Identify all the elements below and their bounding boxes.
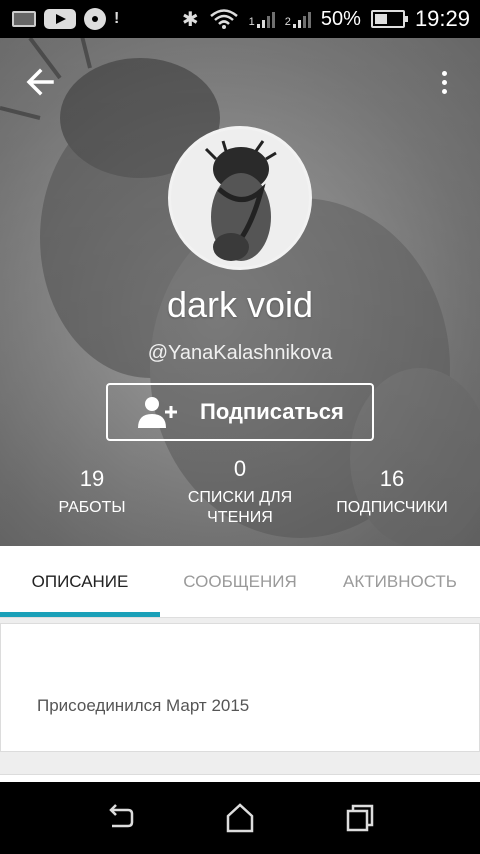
active-tab-indicator: [0, 612, 160, 617]
follow-button-label: Подписаться: [200, 399, 344, 424]
stat-reading-lists[interactable]: 0 СПИСКИ ДЛЯ ЧТЕНИЯ: [172, 456, 308, 528]
followers-label: ПОДПИСЧИКИ: [336, 499, 448, 516]
nav-home-icon: [226, 803, 254, 833]
nav-recents-icon: [346, 804, 374, 832]
nav-back-icon: [109, 804, 134, 828]
stat-works[interactable]: 19 РАБОТЫ: [40, 466, 144, 518]
notification-icons: !: [0, 8, 119, 30]
screenshot-notification-icon: [12, 11, 36, 27]
about-card: Присоединился Март 2015: [0, 623, 480, 752]
followers-count: 16: [379, 466, 405, 491]
battery-icon: [370, 10, 408, 28]
status-bar: ! ✱ 1 2 50% 19:29: [0, 0, 480, 38]
reading-lists-count: 0: [233, 456, 247, 481]
more-vertical-icon: [441, 70, 447, 76]
works-count: 19: [79, 466, 105, 491]
more-options-button[interactable]: [428, 64, 460, 100]
back-button[interactable]: [22, 64, 62, 100]
works-label: РАБОТЫ: [58, 499, 126, 516]
avatar-image: [171, 129, 309, 267]
reading-lists-label: СПИСКИ ДЛЯ ЧТЕНИЯ: [187, 489, 293, 526]
battery-percent: 50%: [320, 7, 361, 30]
profile-tabs: ОПИСАНИЕ СООБЩЕНИЯ АКТИВНОСТЬ: [0, 546, 480, 618]
sim1-signal-icon: 1: [249, 10, 275, 28]
youtube-notification-icon: [44, 9, 76, 29]
next-card-edge: [0, 774, 480, 782]
sim2-signal-icon: 2: [285, 10, 311, 28]
arrow-left-icon: [26, 68, 54, 96]
tab-description[interactable]: ОПИСАНИЕ: [0, 546, 160, 618]
nav-recents-button[interactable]: [342, 800, 378, 836]
stat-followers[interactable]: 16 ПОДПИСЧИКИ: [322, 466, 462, 518]
profile-header: dark void @YanaKalashnikova Подписаться …: [0, 38, 480, 546]
clock: 19:29: [414, 6, 470, 31]
username: @YanaKalashnikova: [147, 342, 333, 364]
system-icons: ✱ 1 2 50% 19:29: [182, 6, 480, 32]
alert-notification-icon: !: [114, 10, 120, 27]
system-navigation-bar: [0, 782, 480, 854]
joined-date-text: Присоединился Март 2015: [37, 696, 250, 715]
tab-content: Присоединился Март 2015: [0, 618, 480, 782]
display-name: dark void: [166, 284, 314, 325]
nav-home-button[interactable]: [222, 800, 258, 836]
tab-messages[interactable]: СООБЩЕНИЯ: [160, 546, 320, 618]
avatar[interactable]: [168, 126, 312, 270]
tab-activity[interactable]: АКТИВНОСТЬ: [320, 546, 480, 618]
music-notification-icon: [84, 8, 106, 30]
add-person-icon: [138, 397, 177, 428]
nav-back-button[interactable]: [102, 800, 138, 836]
bluetooth-icon: ✱: [181, 8, 199, 31]
follow-button[interactable]: Подписаться: [106, 383, 374, 441]
wifi-icon: [209, 9, 238, 29]
